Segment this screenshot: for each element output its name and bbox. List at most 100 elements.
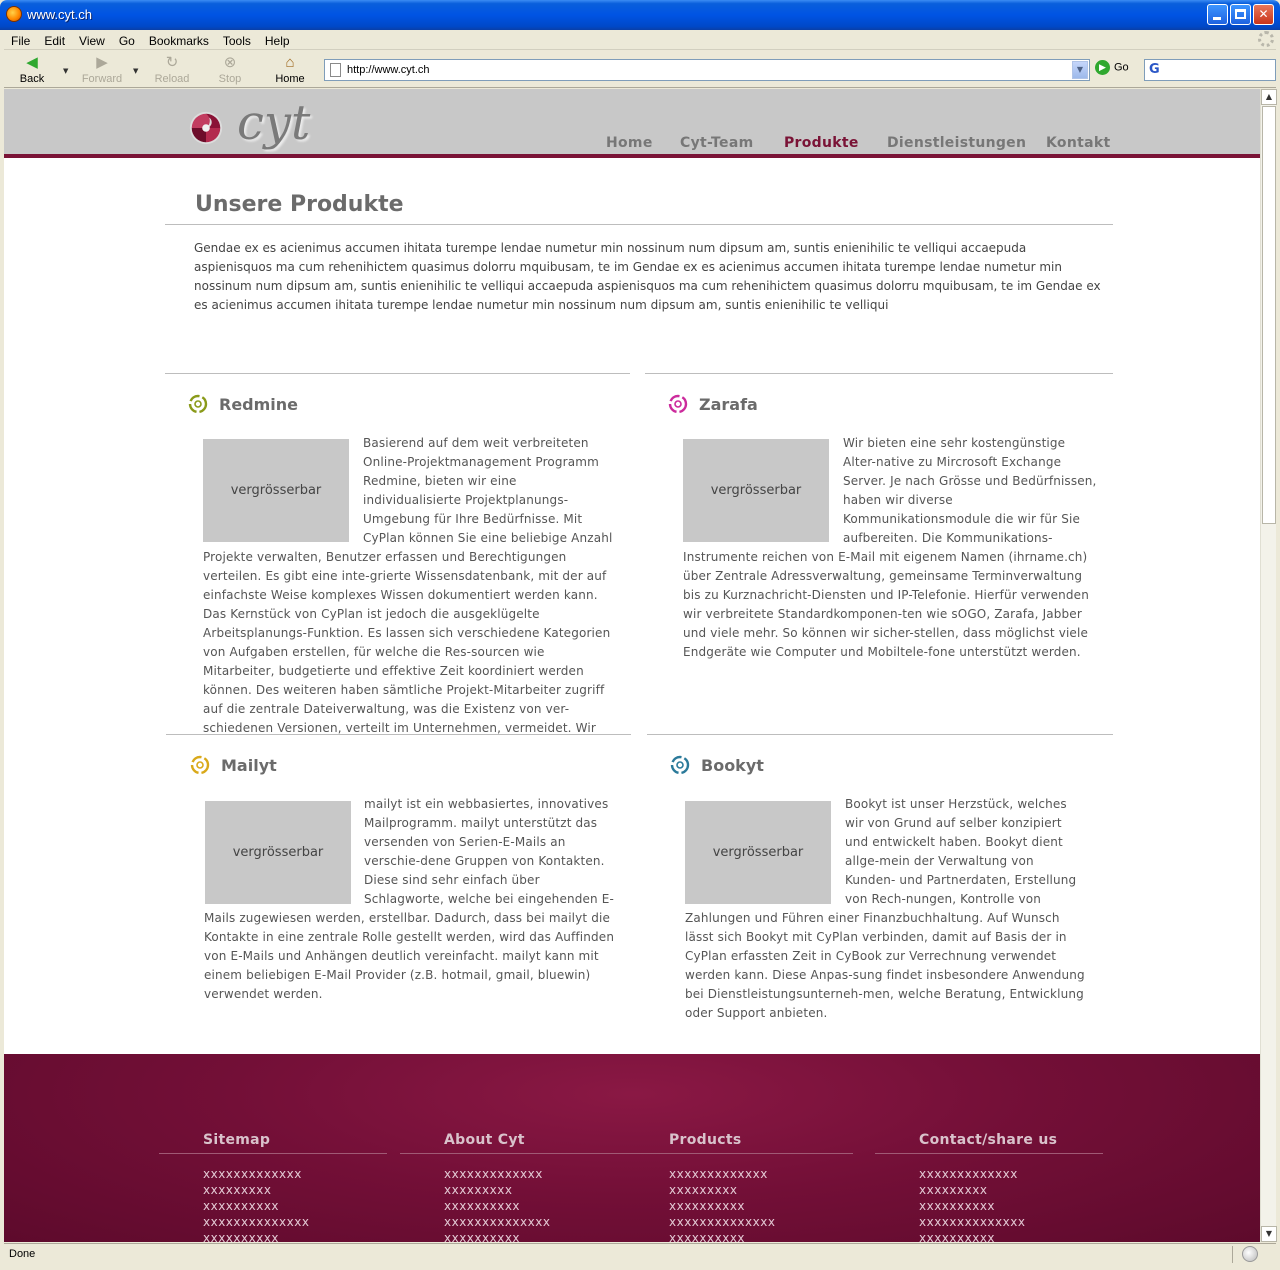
footer-link[interactable]: xxxxxxxxxx [203, 1198, 387, 1214]
nav-kontakt[interactable]: Kontakt [1046, 135, 1110, 151]
close-button[interactable]: ✕ [1253, 4, 1274, 25]
mailyt-thumbnail[interactable]: vergrösserbar [205, 801, 351, 904]
status-bar: Done [4, 1243, 1276, 1265]
redmine-swirl-icon [188, 394, 208, 414]
footer-link[interactable]: xxxxxxxxxx [444, 1230, 628, 1242]
footer-sitemap: Sitemap xxxxxxxxxxxxx xxxxxxxxx xxxxxxxx… [159, 1132, 387, 1242]
divider-zarafa [645, 373, 1113, 374]
footer-link[interactable]: xxxxxxxxxxxxx [669, 1166, 853, 1182]
menu-view[interactable]: View [72, 31, 112, 48]
footer-link[interactable]: xxxxxxxxxx [919, 1230, 1103, 1242]
home-button[interactable]: ⌂ Home [262, 53, 318, 86]
go-icon: ▶ [1095, 60, 1110, 75]
product-bookyt: Bookyt Bookyt ist unser Herzstück, welch… [670, 755, 1100, 1020]
url-dropdown-button[interactable]: ▼ [1072, 61, 1088, 79]
footer-link[interactable]: xxxxxxxxxxxxxx [669, 1214, 853, 1230]
footer-link[interactable]: xxxxxxxxxxxxx [444, 1166, 628, 1182]
menu-help[interactable]: Help [258, 31, 297, 48]
footer-contact: Contact/share us xxxxxxxxxxxxx xxxxxxxxx… [875, 1132, 1103, 1242]
zarafa-thumbnail[interactable]: vergrösserbar [683, 439, 829, 542]
url-text: http://www.cyt.ch [347, 64, 430, 76]
site-footer: Sitemap xxxxxxxxxxxxx xxxxxxxxx xxxxxxxx… [4, 1054, 1260, 1242]
footer-link[interactable]: xxxxxxxxxx [203, 1230, 387, 1242]
page-viewport: cyt Home Cyt-Team Produkte Dienstleistun… [4, 89, 1260, 1242]
footer-link[interactable]: xxxxxxxxxxxxx [919, 1166, 1103, 1182]
footer-link[interactable]: xxxxxxxxxx [669, 1230, 853, 1242]
scroll-up-arrow-icon[interactable]: ▲ [1261, 89, 1277, 105]
maximize-button[interactable] [1230, 4, 1251, 25]
footer-link[interactable]: xxxxxxxxxxxxxx [919, 1214, 1103, 1230]
forward-label: Forward [81, 73, 123, 85]
nav-dienstleistungen[interactable]: Dienstleistungen [887, 135, 1026, 151]
mailyt-title: Mailyt [221, 756, 277, 775]
home-icon: ⌂ [285, 54, 295, 71]
menu-bookmarks[interactable]: Bookmarks [142, 31, 216, 48]
back-label: Back [19, 73, 45, 85]
go-label: Go [1114, 61, 1129, 74]
cyt-swirl-icon [189, 111, 223, 145]
footer-link[interactable]: xxxxxxxxxx [669, 1198, 853, 1214]
stop-button[interactable]: ⊗ Stop [202, 53, 258, 86]
nav-home[interactable]: Home [606, 135, 653, 151]
google-search-icon[interactable]: G [1149, 62, 1160, 77]
menu-bar: File Edit View Go Bookmarks Tools Help [4, 30, 1276, 50]
reload-button[interactable]: ↻ Reload [144, 53, 200, 86]
footer-link[interactable]: xxxxxxxxx [669, 1182, 853, 1198]
forward-button[interactable]: ▶ Forward [74, 53, 130, 86]
zarafa-title: Zarafa [699, 395, 758, 414]
footer-link[interactable]: xxxxxxxxx [444, 1182, 628, 1198]
back-history-dropdown[interactable]: ▼ [63, 67, 68, 75]
zarafa-swirl-icon [668, 394, 688, 414]
status-text: Done [9, 1248, 36, 1260]
footer-link[interactable]: xxxxxxxxx [919, 1182, 1103, 1198]
navigation-toolbar: ◀ Back ▼ ▶ Forward ▼ ↻ Reload ⊗ Stop ⌂ H… [4, 51, 1276, 88]
footer-products-title: Products [625, 1132, 853, 1154]
divider-redmine [165, 373, 630, 374]
footer-contact-title: Contact/share us [875, 1132, 1103, 1154]
menu-go[interactable]: Go [112, 31, 142, 48]
product-mailyt: Mailyt mailyt ist ein webbasiertes, inno… [190, 755, 620, 1015]
mailyt-swirl-icon [190, 755, 210, 775]
scroll-thumb[interactable] [1262, 106, 1276, 524]
redmine-thumbnail[interactable]: vergrösserbar [203, 439, 349, 542]
menu-edit[interactable]: Edit [37, 31, 72, 48]
throbber-icon [1258, 31, 1274, 47]
bookyt-title: Bookyt [701, 756, 764, 775]
footer-link[interactable]: xxxxxxxxxx [919, 1198, 1103, 1214]
menu-tools[interactable]: Tools [216, 31, 258, 48]
reload-icon: ↻ [165, 54, 179, 71]
status-indicator-icon [1242, 1246, 1258, 1262]
search-input[interactable]: G [1144, 59, 1276, 81]
logo-text: cyt [237, 95, 311, 151]
reload-label: Reload [154, 73, 190, 85]
redmine-title: Redmine [219, 395, 299, 414]
nav-cyt-team[interactable]: Cyt-Team [680, 135, 753, 151]
vertical-scrollbar[interactable]: ▲ ▼ [1260, 89, 1277, 1242]
page-icon [330, 63, 341, 77]
minimize-icon [1213, 17, 1221, 20]
footer-link[interactable]: xxxxxxxxx [203, 1182, 387, 1198]
home-label: Home [275, 73, 305, 85]
maximize-icon [1235, 9, 1246, 19]
scroll-down-arrow-icon[interactable]: ▼ [1261, 1226, 1277, 1242]
forward-history-dropdown[interactable]: ▼ [133, 67, 138, 75]
minimize-button[interactable] [1207, 4, 1228, 25]
footer-link[interactable]: xxxxxxxxxxxxx [203, 1166, 387, 1182]
bookyt-thumbnail[interactable]: vergrösserbar [685, 801, 831, 904]
footer-link[interactable]: xxxxxxxxxxxxxx [444, 1214, 628, 1230]
footer-products: Products xxxxxxxxxxxxx xxxxxxxxx xxxxxxx… [625, 1132, 853, 1242]
site-logo[interactable]: cyt [187, 95, 337, 155]
back-button[interactable]: ◀ Back [4, 53, 60, 86]
footer-sitemap-title: Sitemap [159, 1132, 387, 1154]
product-zarafa: Zarafa Wir bieten eine sehr kostengünsti… [668, 394, 1098, 724]
footer-about-title: About Cyt [400, 1132, 628, 1154]
nav-produkte[interactable]: Produkte [784, 135, 859, 151]
window-titlebar: www.cyt.ch ✕ [0, 0, 1280, 30]
footer-link[interactable]: xxxxxxxxxx [444, 1198, 628, 1214]
url-bar[interactable]: http://www.cyt.ch ▼ [324, 59, 1090, 81]
menu-file[interactable]: File [4, 31, 37, 48]
stop-label: Stop [218, 73, 242, 85]
footer-link[interactable]: xxxxxxxxxxxxxx [203, 1214, 387, 1230]
product-redmine: Redmine Basierend auf dem weit verbreite… [188, 394, 618, 735]
go-button[interactable]: ▶ Go [1095, 60, 1129, 75]
